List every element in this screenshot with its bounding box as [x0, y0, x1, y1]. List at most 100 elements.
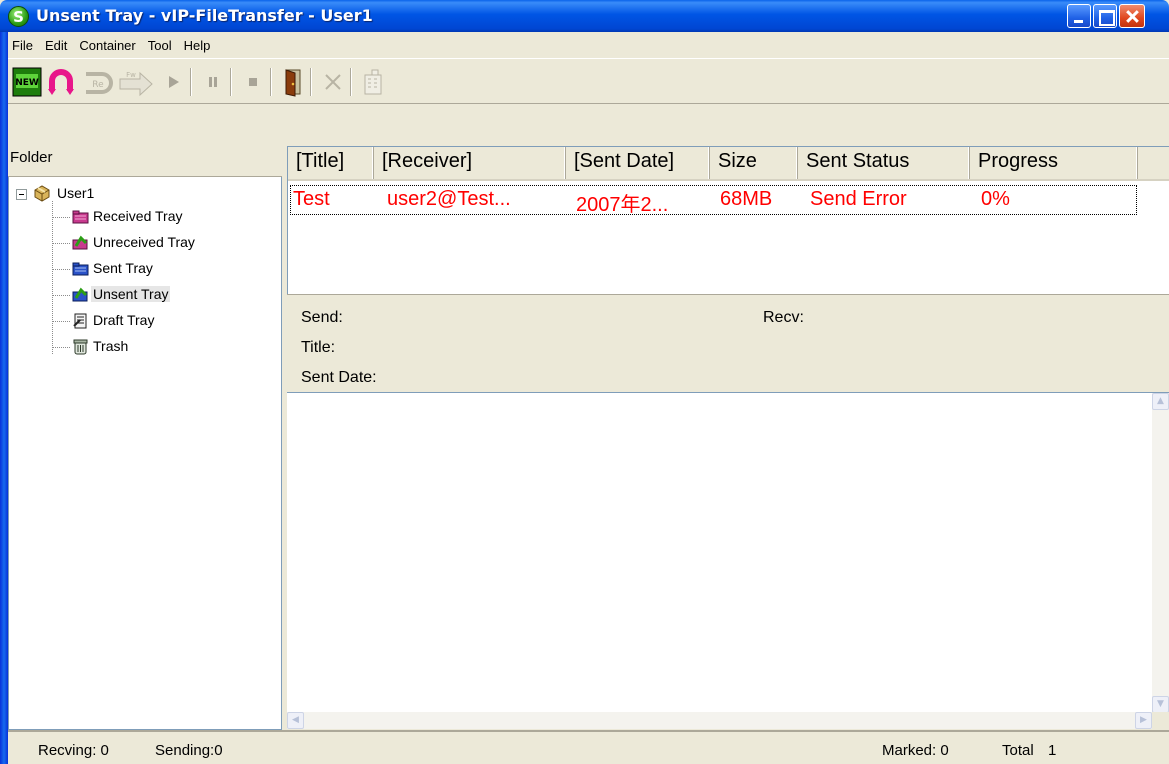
scroll-right-icon[interactable]: ▶	[1135, 712, 1152, 729]
column-progress[interactable]: Progress	[970, 147, 1138, 179]
user-package-icon	[34, 185, 50, 202]
folder-unreceived-icon	[72, 235, 88, 250]
app-logo-icon[interactable]	[8, 6, 29, 27]
scrollbar-corner	[1152, 712, 1169, 729]
folder-panel-header: Folder	[8, 146, 282, 177]
forward-icon: Fw	[119, 71, 153, 97]
row-title: Test	[293, 188, 330, 210]
menu-edit[interactable]: Edit	[39, 38, 73, 53]
column-title[interactable]: [Title]	[288, 147, 374, 179]
toolbar-separator	[350, 68, 352, 96]
collapse-toggle-icon[interactable]	[16, 189, 27, 200]
refresh-icon	[48, 69, 74, 95]
play-icon	[169, 76, 179, 88]
tree-connector	[53, 295, 71, 296]
folder-sent-icon	[72, 262, 89, 276]
tree-root-user[interactable]: User1	[57, 185, 94, 201]
maximize-button[interactable]	[1093, 4, 1117, 28]
tree-connector	[53, 347, 71, 348]
toolbar: NEW Re Fw	[8, 58, 1169, 104]
new-icon: NEW	[12, 67, 42, 97]
tree-item-label: Sent Tray	[93, 260, 153, 276]
svg-text:Fw: Fw	[126, 71, 136, 79]
exit-button[interactable]	[278, 67, 308, 97]
tree-connector	[53, 217, 71, 218]
folder-unsent-icon	[72, 287, 88, 302]
status-bar: Recving: 0 Sending:0 Marked: 0 Total 1	[8, 730, 1169, 764]
menu-container[interactable]: Container	[73, 38, 141, 53]
scroll-left-icon[interactable]: ◀	[287, 712, 304, 729]
sending-count: Sending:0	[155, 742, 223, 759]
delete-x-icon	[325, 74, 341, 90]
tree-item-trash[interactable]: Trash	[53, 335, 263, 359]
toolbar-separator	[230, 68, 232, 96]
list-header: [Title] [Receiver] [Sent Date] Size Sent…	[288, 147, 1169, 181]
column-receiver[interactable]: [Receiver]	[374, 147, 566, 179]
forward-button[interactable]: Fw	[118, 67, 154, 97]
tree-item-label: Unreceived Tray	[93, 234, 195, 250]
toolbar-separator	[190, 68, 192, 96]
recving-count: Recving: 0	[38, 742, 109, 759]
send-label: Send:	[301, 309, 343, 326]
tree-connector	[53, 243, 71, 244]
trash-icon	[73, 339, 88, 355]
scroll-up-icon[interactable]: ▲	[1152, 393, 1169, 410]
container-button[interactable]	[358, 67, 388, 97]
row-sent-date: 2007年2...	[576, 194, 669, 216]
building-icon	[364, 69, 382, 95]
tree-item-received-tray[interactable]: Received Tray	[53, 205, 263, 229]
title-label: Title:	[301, 339, 336, 356]
row-status: Send Error	[810, 188, 907, 210]
tree-item-draft-tray[interactable]: Draft Tray	[53, 309, 263, 333]
table-row[interactable]: Test user2@Test... 2007年2... 68MB Send E…	[290, 185, 1137, 216]
scroll-down-icon[interactable]: ▼	[1152, 696, 1169, 713]
reply-icon: Re	[86, 72, 113, 94]
message-detail-header: Send: Recv: Title: Sent Date:	[287, 294, 1169, 392]
pause-button[interactable]	[198, 67, 228, 97]
tree-item-sent-tray[interactable]: Sent Tray	[53, 257, 263, 281]
door-exit-icon	[285, 69, 301, 97]
total-label: Total	[1002, 742, 1034, 759]
tree-connector	[53, 269, 71, 270]
toolbar-separator	[270, 68, 272, 96]
tree-item-unsent-tray[interactable]: Unsent Tray	[53, 283, 263, 307]
minimize-button[interactable]	[1067, 4, 1091, 28]
message-list[interactable]: [Title] [Receiver] [Sent Date] Size Sent…	[287, 146, 1169, 294]
stop-button[interactable]	[238, 67, 268, 97]
menu-file[interactable]: File	[8, 38, 39, 53]
window-border	[0, 32, 8, 764]
window-title: Unsent Tray - vIP-FileTransfer - User1	[36, 6, 373, 25]
marked-count: Marked: 0	[882, 742, 949, 759]
new-button[interactable]: NEW	[12, 67, 42, 97]
message-body[interactable]: ▲ ▼ ◀ ▶	[287, 392, 1169, 729]
row-size: 68MB	[720, 188, 773, 210]
column-sent-status[interactable]: Sent Status	[798, 147, 970, 179]
tree-item-label: Trash	[93, 338, 129, 354]
receive-button[interactable]	[46, 67, 76, 97]
draft-icon	[73, 313, 87, 329]
row-progress: 0%	[981, 188, 1010, 210]
menu-help[interactable]: Help	[178, 38, 217, 53]
recv-label: Recv:	[763, 309, 804, 326]
column-sent-date[interactable]: [Sent Date]	[566, 147, 710, 179]
total-value: 1	[1048, 742, 1057, 759]
svg-text:NEW: NEW	[15, 78, 39, 88]
play-button[interactable]	[158, 67, 188, 97]
svg-text:Re: Re	[92, 80, 104, 90]
toolbar-separator	[310, 68, 312, 96]
horizontal-scrollbar[interactable]: ◀ ▶	[287, 712, 1152, 729]
folder-tree-panel: User1 Received Tray Unreceived Tray Sent…	[8, 146, 282, 730]
column-size[interactable]: Size	[710, 147, 798, 179]
vertical-scrollbar[interactable]: ▲ ▼	[1152, 393, 1169, 713]
delete-button[interactable]	[318, 67, 348, 97]
tree-item-label: Draft Tray	[93, 312, 155, 328]
menu-bar: File Edit Container Tool Help	[8, 32, 1169, 58]
row-receiver: user2@Test...	[387, 188, 511, 210]
reply-button[interactable]: Re	[80, 67, 116, 97]
tree-item-label: Unsent Tray	[91, 286, 171, 302]
folder-received-icon	[72, 210, 89, 224]
tree-item-unreceived-tray[interactable]: Unreceived Tray	[53, 231, 263, 255]
sent-date-label: Sent Date:	[301, 369, 377, 386]
menu-tool[interactable]: Tool	[142, 38, 178, 53]
close-button[interactable]	[1119, 4, 1145, 28]
